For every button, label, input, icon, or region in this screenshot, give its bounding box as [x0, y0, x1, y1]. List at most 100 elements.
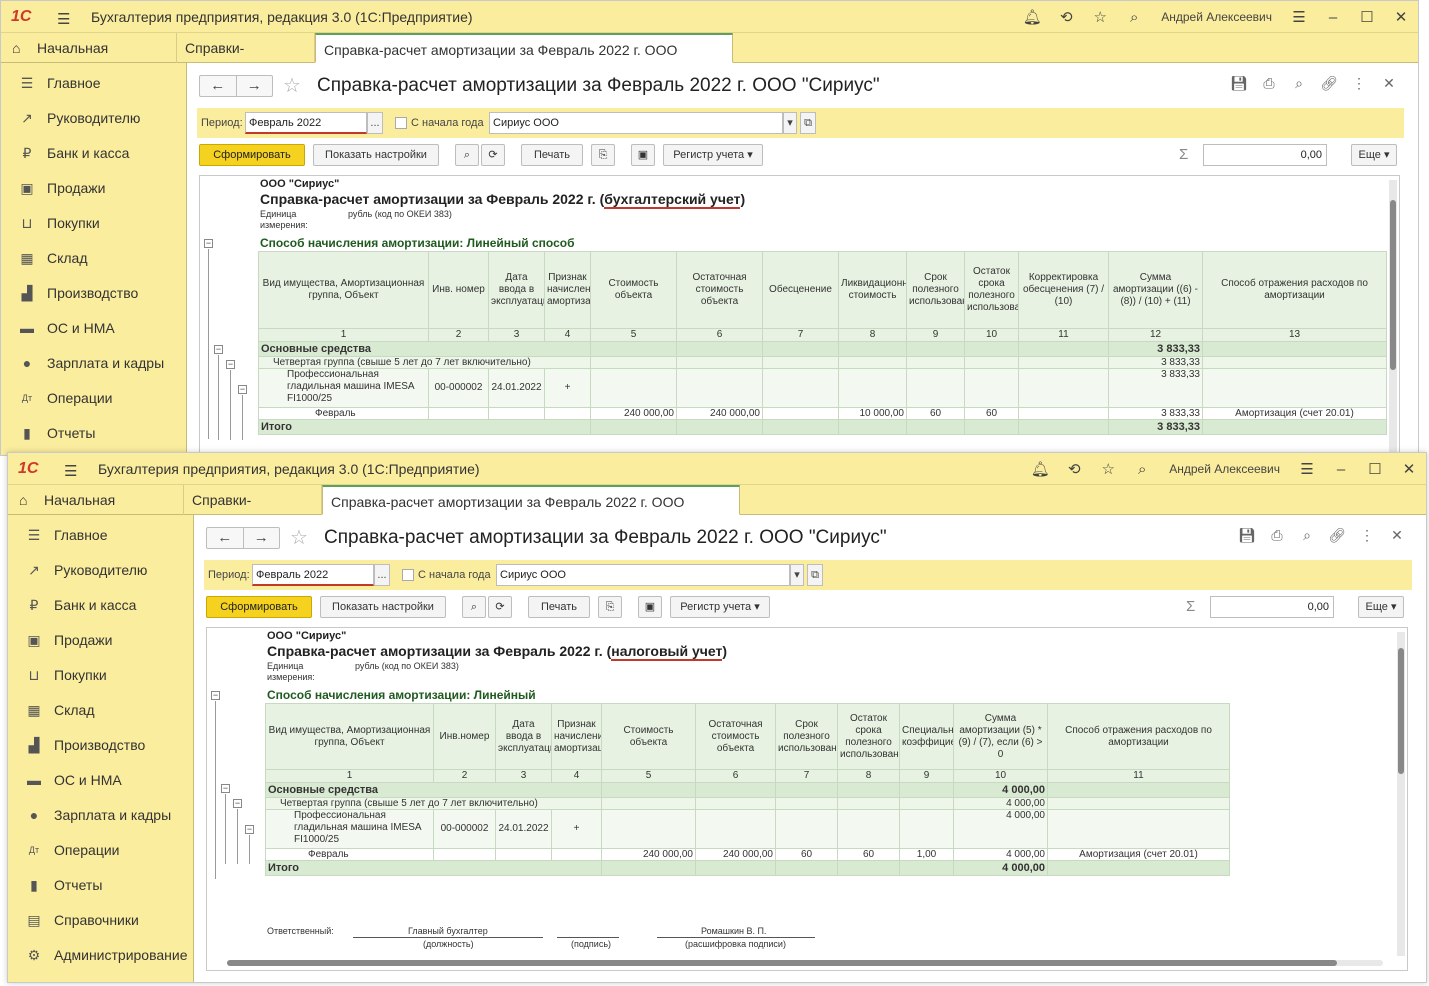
print-button[interactable]: Печать [521, 144, 583, 166]
back-icon[interactable]: ← [200, 76, 237, 96]
sidebar-item-sales[interactable]: ▣ Продажи [1, 171, 187, 206]
user-name[interactable]: Андрей Алексеевич [1159, 462, 1290, 476]
vertical-scrollbar[interactable] [1397, 632, 1405, 956]
generate-button[interactable]: Сформировать [199, 144, 305, 166]
user-name[interactable]: Андрей Алексеевич [1151, 10, 1282, 24]
sidebar-item-hr[interactable]: ● Зарплата и кадры [1, 346, 187, 381]
from-year-checkbox[interactable] [395, 117, 407, 129]
save-button-icon[interactable]: ▣ [631, 144, 655, 166]
sidebar-item-production[interactable]: ▟ Производство [8, 728, 194, 763]
sidebar-item-production[interactable]: ▟ Производство [1, 276, 187, 311]
tab-refs[interactable]: Справки-расчеты✕ [184, 485, 322, 538]
org-dropdown-icon[interactable]: ▾ [790, 564, 804, 586]
bell-icon[interactable]: 🔔︎ [1023, 460, 1057, 478]
forward-icon[interactable]: → [244, 528, 280, 548]
collapse-icon[interactable]: − [214, 345, 223, 354]
preview-icon[interactable]: ⌕ [1284, 75, 1314, 92]
save-icon[interactable]: 💾︎ [1232, 527, 1262, 544]
sidebar-item-manager[interactable]: ↗ Руководителю [8, 553, 194, 588]
refresh-icon[interactable]: ⟳ [481, 144, 505, 166]
period-input[interactable]: Февраль 2022 [252, 564, 374, 586]
minimize-icon[interactable]: – [1324, 461, 1358, 478]
table-row-total[interactable]: Итого 3 833,33 [258, 419, 1387, 435]
preview-button-icon[interactable]: ⎘ [591, 144, 615, 166]
table-row[interactable]: Февраль 240 000,00 240 000,00 60 60 1,00 4 000… [265, 848, 1230, 861]
find-icon[interactable]: ⌕ [455, 144, 479, 166]
favorite-star-icon[interactable]: ☆ [283, 73, 301, 98]
maximize-icon[interactable]: ☐ [1358, 460, 1392, 478]
preview-icon[interactable]: ⌕ [1292, 527, 1322, 544]
sidebar-item-references[interactable]: ▤ Справочники [8, 903, 194, 938]
table-row[interactable]: Основные средства 3 833,33 [258, 341, 1387, 357]
history-icon[interactable]: ⟲ [1057, 460, 1091, 478]
sidebar-item-admin[interactable]: ⚙ Администрирование [8, 938, 194, 973]
org-dropdown-icon[interactable]: ▾ [783, 112, 797, 134]
tab-home[interactable]: ⌂Начальная страница [8, 485, 184, 538]
close-form-icon[interactable]: ✕ [1374, 75, 1404, 92]
forward-icon[interactable]: → [237, 76, 273, 96]
sidebar-item-purchases[interactable]: ⊔ Покупки [8, 658, 194, 693]
main-menu-icon[interactable]: ☰ [64, 462, 77, 480]
period-select-button[interactable]: ... [374, 564, 390, 586]
table-row-total[interactable]: Итого 4 000,00 [265, 860, 1230, 876]
sidebar-item-bank[interactable]: ₽ Банк и касса [8, 588, 194, 623]
find-icon[interactable]: ⌕ [462, 596, 486, 618]
more-vert-icon[interactable]: ⋮ [1352, 527, 1382, 544]
sum-field[interactable]: 0,00 [1203, 144, 1327, 166]
sidebar-item-main[interactable]: ☰ Главное [1, 66, 187, 101]
search-icon[interactable]: ⌕ [1125, 461, 1159, 478]
register-button[interactable]: Регистр учета ▾ [670, 596, 770, 618]
settings-icon[interactable]: ☰ [1290, 460, 1324, 478]
bell-icon[interactable]: 🔔︎ [1015, 8, 1049, 26]
main-menu-icon[interactable]: ☰ [57, 10, 70, 28]
tab-active[interactable]: Справка-расчет амортизации за Февраль 20… [315, 33, 733, 88]
sidebar-item-purchases[interactable]: ⊔ Покупки [1, 206, 187, 241]
sidebar-item-warehouse[interactable]: ▦ Склад [1, 241, 187, 276]
link-icon[interactable]: 🔗︎ [1322, 527, 1352, 544]
collapse-icon[interactable]: − [221, 784, 230, 793]
history-icon[interactable]: ⟲ [1049, 8, 1083, 26]
sidebar-item-warehouse[interactable]: ▦ Склад [8, 693, 194, 728]
collapse-icon[interactable]: − [233, 799, 242, 808]
org-open-icon[interactable]: ⧉ [807, 564, 823, 586]
collapse-icon[interactable]: − [245, 825, 254, 834]
tab-active[interactable]: Справка-расчет амортизации за Февраль 20… [322, 485, 740, 540]
star-icon[interactable]: ☆ [1083, 8, 1117, 26]
table-row[interactable]: Профессиональная гладильная машина IMESA… [265, 809, 1230, 849]
settings-icon[interactable]: ☰ [1282, 8, 1316, 26]
sidebar-item-reports[interactable]: ▮ Отчеты [8, 868, 194, 903]
horizontal-scrollbar[interactable] [227, 960, 1383, 966]
from-year-checkbox[interactable] [402, 569, 414, 581]
collapse-icon[interactable]: − [238, 385, 247, 394]
minimize-icon[interactable]: – [1316, 9, 1350, 26]
tab-refs[interactable]: Справки-расчеты✕ [177, 33, 315, 86]
tab-home[interactable]: ⌂Начальная страница [1, 33, 177, 86]
period-input[interactable]: Февраль 2022 [245, 112, 367, 134]
org-open-icon[interactable]: ⧉ [800, 112, 816, 134]
table-row[interactable]: Четвертая группа (свыше 5 лет до 7 лет в… [258, 356, 1387, 369]
organization-input[interactable]: Сириус ООО [496, 564, 790, 586]
generate-button[interactable]: Сформировать [206, 596, 312, 618]
collapse-icon[interactable]: − [226, 360, 235, 369]
table-row[interactable]: Февраль 240 000,00 240 000,00 10 000,00 60 60… [258, 407, 1387, 420]
sidebar-item-reports[interactable]: ▮ Отчеты [1, 416, 187, 451]
close-form-icon[interactable]: ✕ [1382, 527, 1412, 544]
period-select-button[interactable]: ... [367, 112, 383, 134]
sidebar-item-operations[interactable]: Дт Операции [1, 381, 187, 416]
sidebar-item-hr[interactable]: ● Зарплата и кадры [8, 798, 194, 833]
table-row[interactable]: Четвертая группа (свыше 5 лет до 7 лет в… [265, 797, 1230, 810]
report-area[interactable]: − − − − ООО "Сириус" Справка-расчет амор… [206, 627, 1408, 971]
maximize-icon[interactable]: ☐ [1350, 8, 1384, 26]
print-icon[interactable]: ⎙ [1254, 75, 1284, 92]
collapse-icon[interactable]: − [211, 691, 220, 700]
register-button[interactable]: Регистр учета ▾ [663, 144, 763, 166]
sidebar-item-main[interactable]: ☰ Главное [8, 518, 194, 553]
preview-button-icon[interactable]: ⎘ [598, 596, 622, 618]
sidebar-item-bank[interactable]: ₽ Банк и касса [1, 136, 187, 171]
close-icon[interactable]: ✕ [1384, 8, 1418, 26]
organization-input[interactable]: Сириус ООО [489, 112, 783, 134]
star-icon[interactable]: ☆ [1091, 460, 1125, 478]
more-button[interactable]: Еще ▾ [1358, 596, 1404, 618]
close-icon[interactable]: ✕ [1392, 460, 1426, 478]
print-icon[interactable]: ⎙ [1262, 527, 1292, 544]
